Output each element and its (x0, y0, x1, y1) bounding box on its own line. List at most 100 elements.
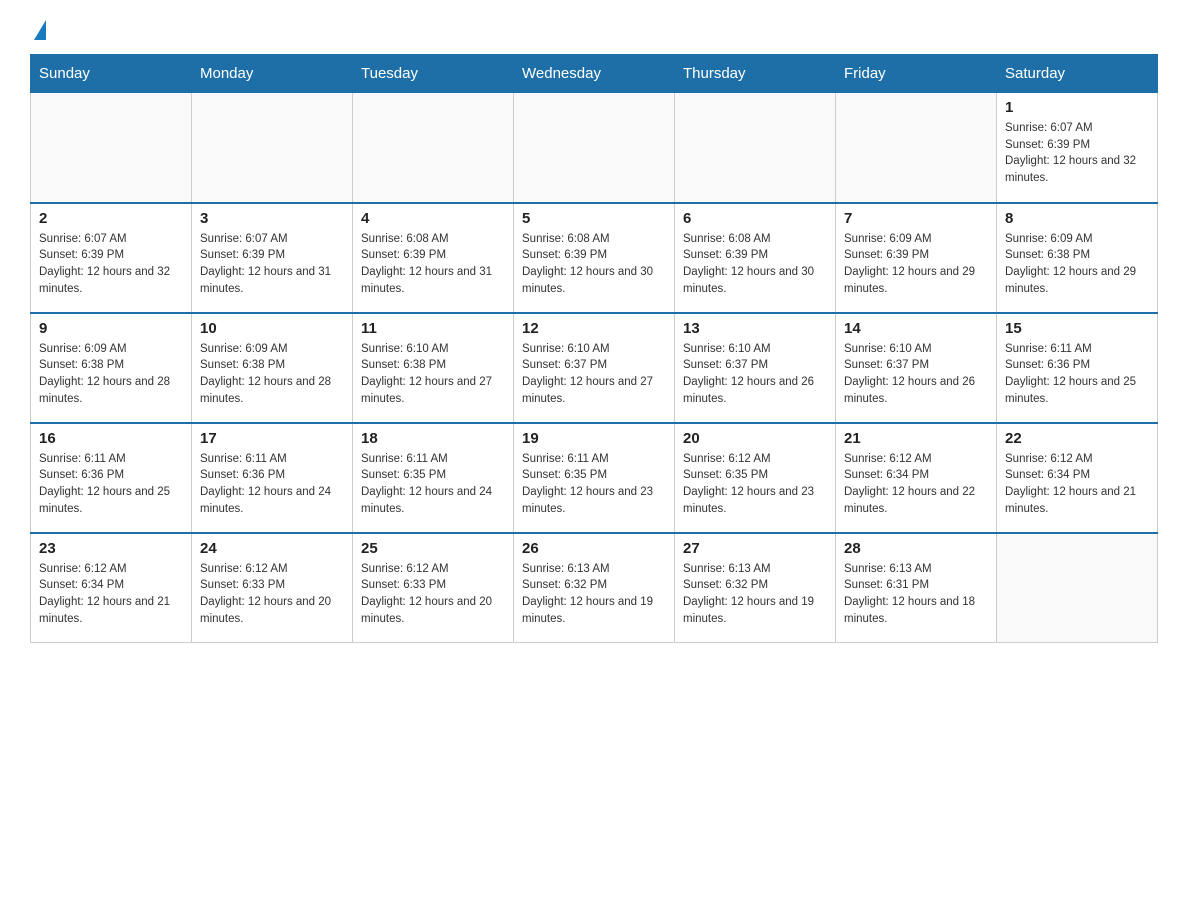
day-number: 3 (200, 210, 344, 227)
day-number: 9 (39, 320, 183, 337)
day-info: Sunrise: 6:12 AM Sunset: 6:34 PM Dayligh… (39, 561, 183, 628)
day-info: Sunrise: 6:11 AM Sunset: 6:36 PM Dayligh… (39, 451, 183, 518)
calendar-cell: 26 Sunrise: 6:13 AM Sunset: 6:32 PM Dayli… (514, 533, 675, 643)
day-info: Sunrise: 6:09 AM Sunset: 6:38 PM Dayligh… (200, 341, 344, 408)
calendar-cell: 21 Sunrise: 6:12 AM Sunset: 6:34 PM Dayli… (836, 423, 997, 533)
calendar-cell: 8 Sunrise: 6:09 AM Sunset: 6:38 PM Daylig… (997, 203, 1158, 313)
day-number: 15 (1005, 320, 1149, 337)
day-info: Sunrise: 6:07 AM Sunset: 6:39 PM Dayligh… (1005, 120, 1149, 187)
day-info: Sunrise: 6:08 AM Sunset: 6:39 PM Dayligh… (361, 231, 505, 298)
day-info: Sunrise: 6:09 AM Sunset: 6:38 PM Dayligh… (1005, 231, 1149, 298)
calendar-cell (836, 93, 997, 203)
calendar-cell: 18 Sunrise: 6:11 AM Sunset: 6:35 PM Dayli… (353, 423, 514, 533)
day-number: 20 (683, 430, 827, 447)
day-info: Sunrise: 6:09 AM Sunset: 6:38 PM Dayligh… (39, 341, 183, 408)
day-number: 12 (522, 320, 666, 337)
day-number: 19 (522, 430, 666, 447)
day-number: 23 (39, 540, 183, 557)
day-info: Sunrise: 6:11 AM Sunset: 6:36 PM Dayligh… (200, 451, 344, 518)
calendar-header-friday: Friday (836, 55, 997, 93)
calendar-cell: 6 Sunrise: 6:08 AM Sunset: 6:39 PM Daylig… (675, 203, 836, 313)
day-info: Sunrise: 6:10 AM Sunset: 6:37 PM Dayligh… (683, 341, 827, 408)
calendar-cell: 25 Sunrise: 6:12 AM Sunset: 6:33 PM Dayli… (353, 533, 514, 643)
calendar-cell: 7 Sunrise: 6:09 AM Sunset: 6:39 PM Daylig… (836, 203, 997, 313)
calendar-cell: 22 Sunrise: 6:12 AM Sunset: 6:34 PM Dayli… (997, 423, 1158, 533)
calendar-header-row: SundayMondayTuesdayWednesdayThursdayFrid… (31, 55, 1158, 93)
calendar-cell: 19 Sunrise: 6:11 AM Sunset: 6:35 PM Dayli… (514, 423, 675, 533)
calendar-header-wednesday: Wednesday (514, 55, 675, 93)
calendar-cell: 14Sunrise: 6:10 AM Sunset: 6:37 PM Dayli… (836, 313, 997, 423)
day-number: 22 (1005, 430, 1149, 447)
day-info: Sunrise: 6:13 AM Sunset: 6:32 PM Dayligh… (522, 561, 666, 628)
day-number: 28 (844, 540, 988, 557)
day-number: 7 (844, 210, 988, 227)
page-header (30, 20, 1158, 44)
calendar-cell: 4 Sunrise: 6:08 AM Sunset: 6:39 PM Daylig… (353, 203, 514, 313)
calendar-cell: 5 Sunrise: 6:08 AM Sunset: 6:39 PM Daylig… (514, 203, 675, 313)
calendar-cell (31, 93, 192, 203)
day-info: Sunrise: 6:12 AM Sunset: 6:33 PM Dayligh… (200, 561, 344, 628)
day-number: 26 (522, 540, 666, 557)
calendar-cell: 15 Sunrise: 6:11 AM Sunset: 6:36 PM Dayli… (997, 313, 1158, 423)
calendar-cell: 23 Sunrise: 6:12 AM Sunset: 6:34 PM Dayli… (31, 533, 192, 643)
calendar-header-sunday: Sunday (31, 55, 192, 93)
day-info: Sunrise: 6:13 AM Sunset: 6:32 PM Dayligh… (683, 561, 827, 628)
calendar-cell: 13 Sunrise: 6:10 AM Sunset: 6:37 PM Dayli… (675, 313, 836, 423)
day-number: 17 (200, 430, 344, 447)
day-number: 25 (361, 540, 505, 557)
calendar-week-row: 16 Sunrise: 6:11 AM Sunset: 6:36 PM Dayli… (31, 423, 1158, 533)
calendar-cell: 16 Sunrise: 6:11 AM Sunset: 6:36 PM Dayli… (31, 423, 192, 533)
day-info: Sunrise: 6:10 AM Sunset: 6:38 PM Dayligh… (361, 341, 505, 408)
calendar-table: SundayMondayTuesdayWednesdayThursdayFrid… (30, 54, 1158, 643)
day-number: 5 (522, 210, 666, 227)
calendar-cell: 10 Sunrise: 6:09 AM Sunset: 6:38 PM Dayli… (192, 313, 353, 423)
calendar-cell (997, 533, 1158, 643)
day-info: Sunrise: 6:13 AM Sunset: 6:31 PM Dayligh… (844, 561, 988, 628)
logo-triangle-icon (34, 20, 46, 40)
calendar-cell (675, 93, 836, 203)
day-info: Sunrise: 6:12 AM Sunset: 6:33 PM Dayligh… (361, 561, 505, 628)
day-number: 2 (39, 210, 183, 227)
day-number: 4 (361, 210, 505, 227)
day-info: Sunrise: 6:10 AM Sunset: 6:37 PM Dayligh… (522, 341, 666, 408)
calendar-cell (353, 93, 514, 203)
day-info: Sunrise: 6:10 AM Sunset: 6:37 PM Dayligh… (844, 341, 988, 408)
calendar-cell: 20 Sunrise: 6:12 AM Sunset: 6:35 PM Dayli… (675, 423, 836, 533)
day-info: Sunrise: 6:12 AM Sunset: 6:34 PM Dayligh… (1005, 451, 1149, 518)
day-number: 21 (844, 430, 988, 447)
day-number: 8 (1005, 210, 1149, 227)
calendar-cell: 3 Sunrise: 6:07 AM Sunset: 6:39 PM Daylig… (192, 203, 353, 313)
day-info: Sunrise: 6:12 AM Sunset: 6:35 PM Dayligh… (683, 451, 827, 518)
day-info: Sunrise: 6:11 AM Sunset: 6:35 PM Dayligh… (522, 451, 666, 518)
calendar-week-row: 9 Sunrise: 6:09 AM Sunset: 6:38 PM Daylig… (31, 313, 1158, 423)
calendar-cell (514, 93, 675, 203)
calendar-cell: 2Sunrise: 6:07 AM Sunset: 6:39 PM Daylig… (31, 203, 192, 313)
day-number: 24 (200, 540, 344, 557)
day-number: 1 (1005, 99, 1149, 116)
day-info: Sunrise: 6:12 AM Sunset: 6:34 PM Dayligh… (844, 451, 988, 518)
calendar-cell: 1 Sunrise: 6:07 AM Sunset: 6:39 PM Daylig… (997, 93, 1158, 203)
calendar-cell: 11Sunrise: 6:10 AM Sunset: 6:38 PM Dayli… (353, 313, 514, 423)
day-number: 10 (200, 320, 344, 337)
day-info: Sunrise: 6:08 AM Sunset: 6:39 PM Dayligh… (683, 231, 827, 298)
day-number: 13 (683, 320, 827, 337)
calendar-week-row: 2 Sunrise: 6:07 AM Sunset: 6:39 PM Daylig… (31, 203, 1158, 313)
day-info: Sunrise: 6:09 AM Sunset: 6:39 PM Dayligh… (844, 231, 988, 298)
day-number: 18 (361, 430, 505, 447)
calendar-header-tuesday: Tuesday (353, 55, 514, 93)
day-info: Sunrise: 6:11 AM Sunset: 6:35 PM Dayligh… (361, 451, 505, 518)
day-number: 6 (683, 210, 827, 227)
day-info: Sunrise: 6:08 AM Sunset: 6:39 PM Dayligh… (522, 231, 666, 298)
calendar-cell (192, 93, 353, 203)
calendar-header-saturday: Saturday (997, 55, 1158, 93)
calendar-cell: 24 Sunrise: 6:12 AM Sunset: 6:33 PM Dayli… (192, 533, 353, 643)
day-info: Sunrise: 6:07 AM Sunset: 6:39 PM Dayligh… (200, 231, 344, 298)
calendar-cell: 9 Sunrise: 6:09 AM Sunset: 6:38 PM Daylig… (31, 313, 192, 423)
calendar-cell: 27Sunrise: 6:13 AM Sunset: 6:32 PM Dayli… (675, 533, 836, 643)
calendar-header-thursday: Thursday (675, 55, 836, 93)
calendar-header-monday: Monday (192, 55, 353, 93)
day-number: 16 (39, 430, 183, 447)
day-info: Sunrise: 6:11 AM Sunset: 6:36 PM Dayligh… (1005, 341, 1149, 408)
calendar-cell: 12 Sunrise: 6:10 AM Sunset: 6:37 PM Dayli… (514, 313, 675, 423)
calendar-cell: 28 Sunrise: 6:13 AM Sunset: 6:31 PM Dayli… (836, 533, 997, 643)
